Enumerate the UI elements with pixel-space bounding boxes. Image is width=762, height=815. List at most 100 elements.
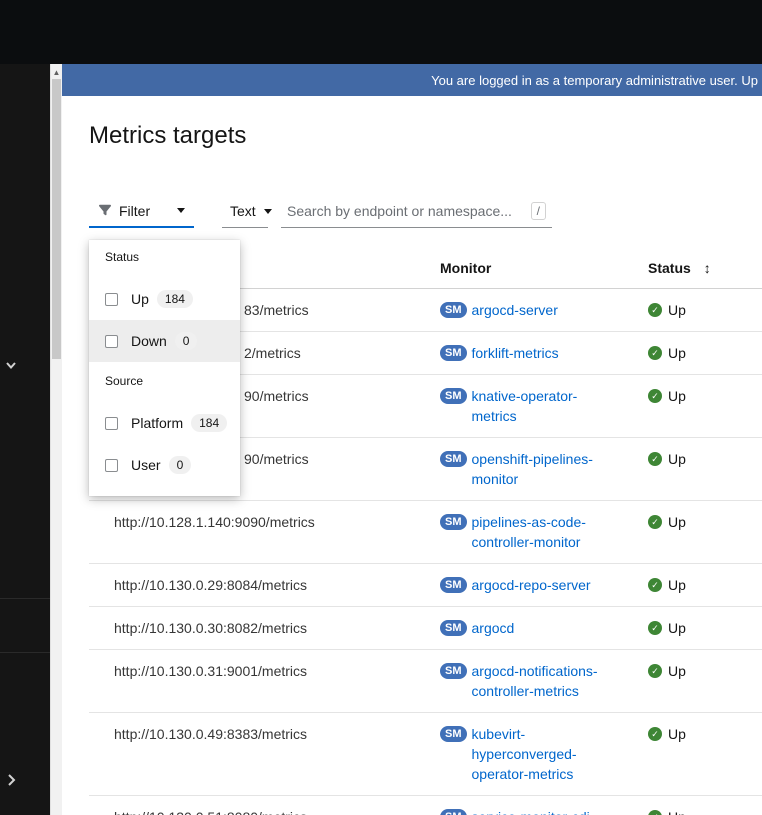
status-up-icon: ✓ — [648, 515, 662, 529]
column-header-monitor[interactable]: Monitor — [440, 260, 648, 276]
endpoint-link[interactable]: http://10.130.0.51:8080/metrics — [114, 809, 307, 815]
status-up-icon: ✓ — [648, 664, 662, 678]
service-monitor-badge: SM — [440, 577, 467, 593]
service-monitor-badge: SM — [440, 302, 467, 318]
layout: ▲ You are logged in as a temporary admin… — [0, 64, 762, 815]
text-toggle-label: Text — [230, 203, 256, 219]
checkbox[interactable] — [105, 458, 118, 472]
status-up-icon: ✓ — [648, 578, 662, 592]
filter-option-count-badge: 0 — [174, 332, 198, 350]
search-box[interactable]: / — [281, 195, 552, 228]
sidebar-scrollbar[interactable]: ▲ — [50, 64, 62, 815]
endpoint-link[interactable]: http://10.128.1.140:9090/metrics — [114, 514, 315, 530]
monitor-link[interactable]: knative-operator-metrics — [472, 386, 622, 426]
status-text: Up — [668, 726, 686, 742]
table-row: http://10.130.0.49:8383/metrics SM kubev… — [89, 713, 762, 796]
monitor-link[interactable]: pipelines-as-code-controller-monitor — [472, 512, 622, 552]
status-text: Up — [668, 302, 686, 318]
table-row: http://10.130.0.30:8082/metrics SM argoc… — [89, 607, 762, 650]
sidebar-nav — [0, 64, 50, 815]
filter-option-label: Platform — [131, 415, 184, 431]
caret-down-icon — [177, 208, 185, 213]
filter-option-up[interactable]: Up 184 — [89, 278, 240, 320]
chevron-right-icon[interactable] — [4, 772, 18, 793]
masthead — [0, 0, 762, 64]
filter-dropdown-toggle[interactable]: Filter — [89, 195, 194, 228]
chevron-down-icon[interactable] — [4, 358, 18, 377]
toolbar: Filter Text / — [89, 195, 762, 228]
filter-option-count-badge: 184 — [156, 290, 193, 308]
column-header-status[interactable]: Status ↕ — [648, 260, 762, 276]
endpoint-link[interactable]: 90/metrics — [244, 388, 309, 404]
filter-group-title: Source — [105, 374, 144, 388]
main-page: Metrics targets Filter Text Search by en… — [62, 96, 762, 815]
service-monitor-badge: SM — [440, 388, 467, 404]
endpoint-link[interactable]: http://10.130.0.49:8383/metrics — [114, 726, 307, 742]
checkbox[interactable] — [105, 292, 118, 306]
monitor-link[interactable]: kubevirt-hyperconverged-operator-metrics — [472, 724, 622, 784]
page-title: Metrics targets — [89, 122, 247, 149]
search-input[interactable] — [281, 203, 531, 219]
status-up-icon: ✓ — [648, 452, 662, 466]
status-up-icon: ✓ — [648, 389, 662, 403]
text-filter-type-toggle[interactable]: Text — [222, 195, 272, 228]
table-row: http://10.130.0.31:9001/metrics SM argoc… — [89, 650, 762, 713]
status-up-icon: ✓ — [648, 621, 662, 635]
endpoint-link[interactable]: http://10.130.0.30:8082/metrics — [114, 620, 307, 636]
endpoint-link[interactable]: http://10.130.0.31:9001/metrics — [114, 663, 307, 679]
monitor-link[interactable]: forklift-metrics — [472, 343, 559, 363]
scrollbar-up-arrow-icon[interactable]: ▲ — [51, 66, 62, 79]
monitor-link[interactable]: openshift-pipelines-monitor — [472, 449, 622, 489]
monitor-link[interactable]: argocd-repo-server — [472, 575, 591, 595]
status-up-icon: ✓ — [648, 727, 662, 741]
filter-option-label: Down — [131, 333, 167, 349]
status-text: Up — [668, 514, 686, 530]
status-text: Up — [668, 620, 686, 636]
filter-toggle-label: Filter — [119, 202, 151, 219]
endpoint-link[interactable]: http://10.130.0.29:8084/metrics — [114, 577, 307, 593]
table-row: http://10.128.1.140:9090/metrics SM pipe… — [89, 501, 762, 564]
filter-option-down[interactable]: Down 0 — [89, 320, 240, 362]
filter-dropdown-menu: Status Up 184 Down 0 Source Platform 184… — [89, 240, 240, 496]
status-up-icon: ✓ — [648, 346, 662, 360]
status-text: Up — [668, 577, 686, 593]
status-text: Up — [668, 807, 686, 815]
filter-icon — [99, 203, 111, 219]
status-up-icon: ✓ — [648, 303, 662, 317]
service-monitor-badge: SM — [440, 345, 467, 361]
filter-option-platform[interactable]: Platform 184 — [89, 402, 240, 444]
endpoint-link[interactable]: 90/metrics — [244, 451, 309, 467]
scrollbar-thumb[interactable] — [52, 79, 61, 359]
sort-icon[interactable]: ↕ — [704, 260, 711, 276]
status-text: Up — [668, 663, 686, 679]
status-text: Up — [668, 451, 686, 467]
table-row: http://10.130.0.29:8084/metrics SM argoc… — [89, 564, 762, 607]
service-monitor-badge: SM — [440, 620, 467, 636]
service-monitor-badge: SM — [440, 451, 467, 467]
service-monitor-badge: SM — [440, 663, 467, 679]
content-area: You are logged in as a temporary adminis… — [62, 64, 762, 815]
filter-group-source: Source Platform 184 User 0 — [89, 374, 240, 486]
monitor-link[interactable]: service-monitor-cdi — [472, 807, 590, 815]
service-monitor-badge: SM — [440, 726, 467, 742]
monitor-link[interactable]: argocd-server — [472, 300, 558, 320]
screen: ▲ You are logged in as a temporary admin… — [0, 0, 762, 815]
caret-down-icon — [263, 208, 272, 214]
status-text: Up — [668, 388, 686, 404]
filter-group-title: Status — [105, 250, 140, 264]
service-monitor-badge: SM — [440, 809, 467, 815]
search-shortcut-hint: / — [530, 202, 546, 220]
checkbox[interactable] — [105, 334, 118, 348]
notice-banner: You are logged in as a temporary adminis… — [62, 64, 762, 96]
status-up-icon: ✓ — [648, 810, 662, 815]
monitor-link[interactable]: argocd — [472, 618, 515, 638]
status-text: Up — [668, 345, 686, 361]
filter-option-label: Up — [131, 291, 149, 307]
endpoint-link[interactable]: 83/metrics — [244, 302, 309, 318]
sidebar-divider — [0, 598, 50, 599]
sidebar-divider — [0, 652, 50, 653]
monitor-link[interactable]: argocd-notifications-controller-metrics — [472, 661, 622, 701]
endpoint-link[interactable]: 2/metrics — [244, 345, 301, 361]
filter-option-user[interactable]: User 0 — [89, 444, 240, 486]
checkbox[interactable] — [105, 416, 118, 430]
